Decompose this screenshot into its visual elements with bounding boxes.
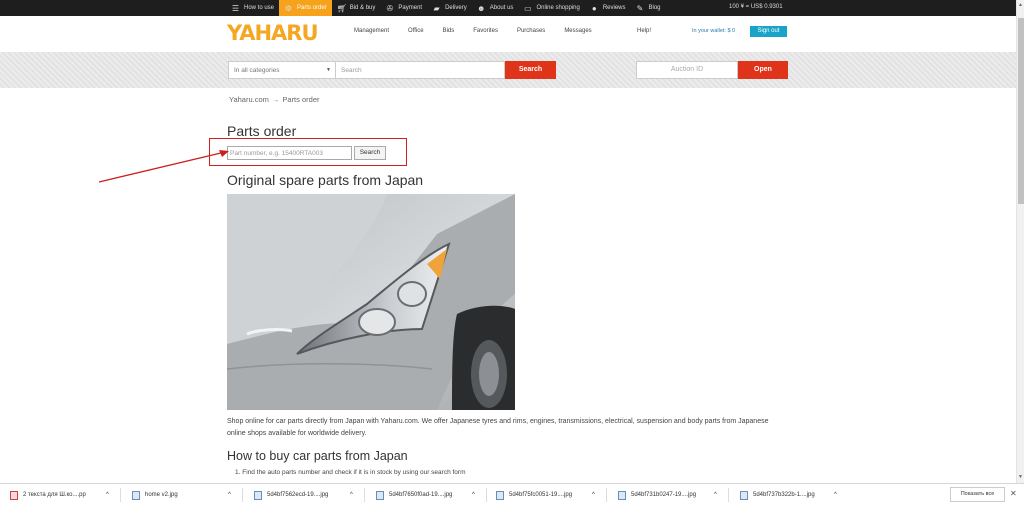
section-heading-original-parts: Original spare parts from Japan: [227, 172, 424, 188]
open-button[interactable]: Open: [738, 61, 788, 79]
annotation-arrow: [98, 150, 229, 183]
breadcrumb-current: Parts order: [282, 95, 320, 104]
site-logo[interactable]: YAHARU: [227, 21, 318, 45]
part-number-input[interactable]: Part number, e.g. 15400RTA003: [227, 146, 352, 160]
topnav-how-to-use[interactable]: ☰ How to use: [226, 0, 279, 16]
page-scrollbar[interactable]: ▲ ▼: [1016, 0, 1024, 483]
file-icon: [496, 490, 504, 500]
intro-paragraph: Shop online for car parts directly from …: [227, 418, 769, 437]
download-item[interactable]: 5d4bf75fc0051-19....jpg: [496, 484, 572, 506]
header: YAHARU Management Office Bids Favorites …: [0, 16, 1016, 52]
download-item[interactable]: 5d4bf7650f0ad-19....jpg: [376, 484, 452, 506]
category-select-value: In all categories: [234, 67, 280, 74]
file-icon: [376, 490, 384, 500]
topnav-delivery[interactable]: ▰ Delivery: [427, 0, 472, 16]
page-title: Parts order: [227, 123, 297, 139]
chevron-up-icon[interactable]: ^: [228, 484, 231, 506]
chevron-up-icon[interactable]: ^: [714, 484, 717, 506]
monitor-icon: ▭: [524, 3, 532, 13]
file-icon: [254, 490, 262, 500]
people-icon: ☻: [477, 3, 486, 13]
breadcrumb: Yaharu.com → Parts order: [229, 95, 320, 104]
list-item: 1. Find the auto parts number and check …: [235, 469, 466, 476]
auction-id-input[interactable]: Auction ID: [636, 61, 738, 79]
close-icon[interactable]: ✕: [1010, 489, 1017, 498]
topnav-bid-buy[interactable]: 🛒︎ Bid & buy: [332, 0, 381, 16]
divider: [728, 488, 729, 502]
breadcrumb-home[interactable]: Yaharu.com: [229, 95, 269, 104]
chevron-up-icon[interactable]: ^: [350, 484, 353, 506]
chevron-down-icon: ▼: [326, 67, 331, 73]
topnav-payment[interactable]: ✇ Payment: [380, 0, 427, 16]
topnav-reviews[interactable]: ● Reviews: [585, 0, 631, 16]
wallet-link[interactable]: In your wallet: $ 0: [692, 28, 735, 34]
scroll-up-icon[interactable]: ▲: [1018, 2, 1023, 8]
sign-out-button[interactable]: Sign out: [750, 26, 787, 37]
cart-icon: 🛒︎: [336, 3, 347, 13]
topnav-about-us[interactable]: ☻ About us: [472, 0, 519, 16]
category-select[interactable]: In all categories ▼: [228, 61, 335, 79]
part-search-button[interactable]: Search: [354, 146, 386, 160]
topnav-blog[interactable]: ✎ Blog: [631, 0, 666, 16]
truck-icon: ▰: [433, 3, 440, 13]
nav-management[interactable]: Management: [354, 28, 389, 34]
chevron-up-icon[interactable]: ^: [472, 484, 475, 506]
download-item[interactable]: 5d4bf731b0247-19....jpg: [618, 484, 696, 506]
menu-icon: ☰: [231, 3, 240, 13]
chat-icon: ●: [591, 3, 597, 13]
search-button[interactable]: Search: [505, 61, 556, 79]
divider: [364, 488, 365, 502]
car-headlight-photo: [227, 194, 515, 410]
chevron-up-icon[interactable]: ^: [592, 484, 595, 506]
chevron-up-icon[interactable]: ^: [106, 484, 109, 506]
payment-icon: ✇: [386, 3, 394, 13]
nav-bids[interactable]: Bids: [443, 28, 455, 34]
downloads-bar: 2 текста для Ш.ко....pp ^ home v2.jpg ^ …: [0, 483, 1024, 506]
nav-messages[interactable]: Messages: [564, 28, 591, 34]
nav-office[interactable]: Office: [408, 28, 424, 34]
scrollbar-thumb[interactable]: [1018, 18, 1024, 204]
top-bar: ☰ How to use ⚙ Parts order 🛒︎ Bid & buy ✇ Pa…: [0, 0, 1016, 16]
nav-favorites[interactable]: Favorites: [473, 28, 498, 34]
nav-purchases[interactable]: Purchases: [517, 28, 545, 34]
help-link[interactable]: Help!: [637, 28, 651, 34]
search-band: In all categories ▼ Search Search Auctio…: [0, 52, 1016, 88]
search-input[interactable]: Search: [335, 61, 505, 79]
divider: [486, 488, 487, 502]
divider: [120, 488, 121, 502]
divider: [606, 488, 607, 502]
show-all-downloads-button[interactable]: Показать все: [950, 487, 1005, 502]
download-item[interactable]: 5d4bf737b322b-1....jpg: [740, 484, 815, 506]
download-item[interactable]: home v2.jpg: [132, 484, 178, 506]
scroll-down-icon[interactable]: ▼: [1018, 474, 1023, 480]
download-item[interactable]: 2 текста для Ш.ко....pp: [10, 484, 86, 506]
exchange-rate: 100 ¥ = US$ 0.9301: [729, 4, 783, 10]
file-icon: [740, 490, 748, 500]
download-item[interactable]: 5d4bf7562ecd-19....jpg: [254, 484, 328, 506]
file-icon: [10, 490, 18, 500]
pen-icon: ✎: [636, 3, 644, 13]
arrow-right-icon: →: [271, 95, 280, 104]
file-icon: [618, 490, 626, 500]
main-nav: Management Office Bids Favorites Purchas…: [354, 28, 611, 34]
divider: [242, 488, 243, 502]
section-heading-how-to-buy: How to buy car parts from Japan: [227, 449, 408, 463]
topnav-parts-order[interactable]: ⚙ Parts order: [279, 0, 332, 16]
file-icon: [132, 490, 140, 500]
top-nav: ☰ How to use ⚙ Parts order 🛒︎ Bid & buy ✇ Pa…: [226, 0, 666, 16]
gear-icon: ⚙: [284, 3, 293, 13]
topnav-online-shopping[interactable]: ▭ Online shopping: [518, 0, 584, 16]
chevron-up-icon[interactable]: ^: [834, 484, 837, 506]
